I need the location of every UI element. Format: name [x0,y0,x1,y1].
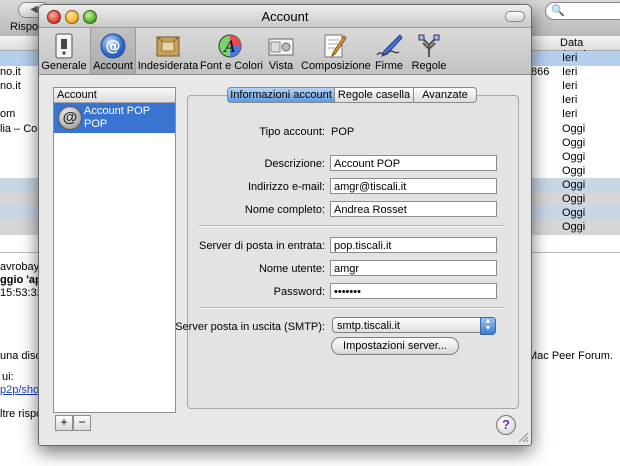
junk-mail-icon [156,36,180,57]
row-date: Ieri [562,66,578,79]
row-date: Ieri [562,52,578,64]
email-field[interactable]: amgr@tiscali.it [330,178,497,194]
at-icon: @ [100,33,126,59]
smtp-label: Server posta in uscita (SMTP): [175,321,325,333]
tab-generale[interactable]: Generale [41,28,87,74]
general-switch-icon [55,33,73,59]
tab-account[interactable]: @ Account [90,28,136,74]
account-list-item[interactable]: @ Account POP POP [54,103,175,133]
tab-regole-casella[interactable]: Regole casella [334,87,414,103]
separator [199,225,504,227]
toolbar-toggle-button[interactable] [505,11,525,22]
preview-time: 15:53:32 [0,287,43,299]
smtp-server-value: smtp.tiscali.it [337,320,400,332]
compose-icon [324,34,347,58]
view-icon [268,38,294,56]
tab-indesiderata[interactable]: Indesiderata [137,28,199,74]
username-field[interactable]: amgr [330,260,497,276]
remove-account-button[interactable]: − [73,415,91,431]
row-date: Oggi [562,122,586,135]
incoming-server-label: Server di posta in entrata: [199,240,325,252]
fullname-label: Nome completo: [244,204,325,216]
row-date: Oggi [562,193,586,205]
row-sender: om [0,108,16,121]
tab-vista[interactable]: Vista [263,28,299,74]
password-label: Password: [273,286,325,298]
account-name: Account POP [84,105,151,117]
row-sender: no.it [0,66,21,79]
row-date: Oggi [562,136,586,149]
account-type-label: Tipo account: [259,126,325,138]
tab-informazioni-account[interactable]: Informazioni account [227,87,335,103]
signature-icon [376,34,403,57]
row-sender: no.it [0,80,21,93]
tab-firme[interactable]: Firme [369,28,409,74]
account-list-header: Account [54,88,175,103]
row-sender: lia – Co [0,122,38,135]
row-date: Oggi [562,221,586,234]
account-type-value: POP [331,126,355,138]
font-colors-icon: A [218,34,242,58]
preferences-window: Account Generale @ Account Indesiderata … [38,4,532,446]
tab-font-colori[interactable]: A Font e Colori [200,28,263,74]
search-icon: 🔍 [551,5,565,17]
row-date: Ieri [562,80,578,93]
tab-avanzate[interactable]: Avanzate [413,87,477,103]
row-date: Oggi [562,164,586,177]
at-icon: @ [58,106,82,130]
description-label: Descrizione: [264,158,325,170]
preview-body: una disc [0,350,41,362]
help-button[interactable]: ? [496,415,516,435]
row-date: Ieri [562,108,578,121]
tab-composizione[interactable]: Composizione [301,28,371,74]
popup-arrows-icon: ▲ ▼ [480,317,496,335]
row-date: Oggi [562,178,586,191]
preview-body-right: Mac Peer Forum. [528,350,613,362]
row-date: Oggi [562,150,586,163]
title-bar[interactable]: Account [39,5,531,28]
fullname-field[interactable]: Andrea Rosset [330,201,497,217]
server-settings-button[interactable]: Impostazioni server... [331,337,459,355]
separator [199,307,504,309]
svg-text:@: @ [106,37,121,55]
description-field[interactable]: Account POP [330,155,497,171]
smtp-server-select[interactable]: smtp.tiscali.it ▲ ▼ [332,317,496,335]
preview-other-replies: ltre rispo [0,408,43,420]
row-date: Ieri [562,94,578,107]
rules-icon [418,34,440,57]
email-label: Indirizzo e-mail: [247,181,325,193]
window-title: Account [261,9,309,24]
background-search-field[interactable]: 🔍 [545,2,620,20]
preferences-toolbar: Generale @ Account Indesiderata A Font e… [39,28,531,75]
row-date: Oggi [562,207,586,220]
account-type: POP [84,118,108,130]
add-account-button[interactable]: + [55,415,73,431]
username-label: Nome utente: [258,263,325,275]
resize-grip-icon[interactable] [517,431,529,443]
account-list[interactable]: Account @ Account POP POP [53,87,176,413]
tab-regole[interactable]: Regole [409,28,449,74]
incoming-server-field[interactable]: pop.tiscali.it [330,237,497,253]
svg-text:A: A [222,37,236,56]
preview-qui: ui: [2,371,14,383]
background-reply-label: Rispo [10,21,39,33]
password-field[interactable]: ••••••• [330,283,497,299]
